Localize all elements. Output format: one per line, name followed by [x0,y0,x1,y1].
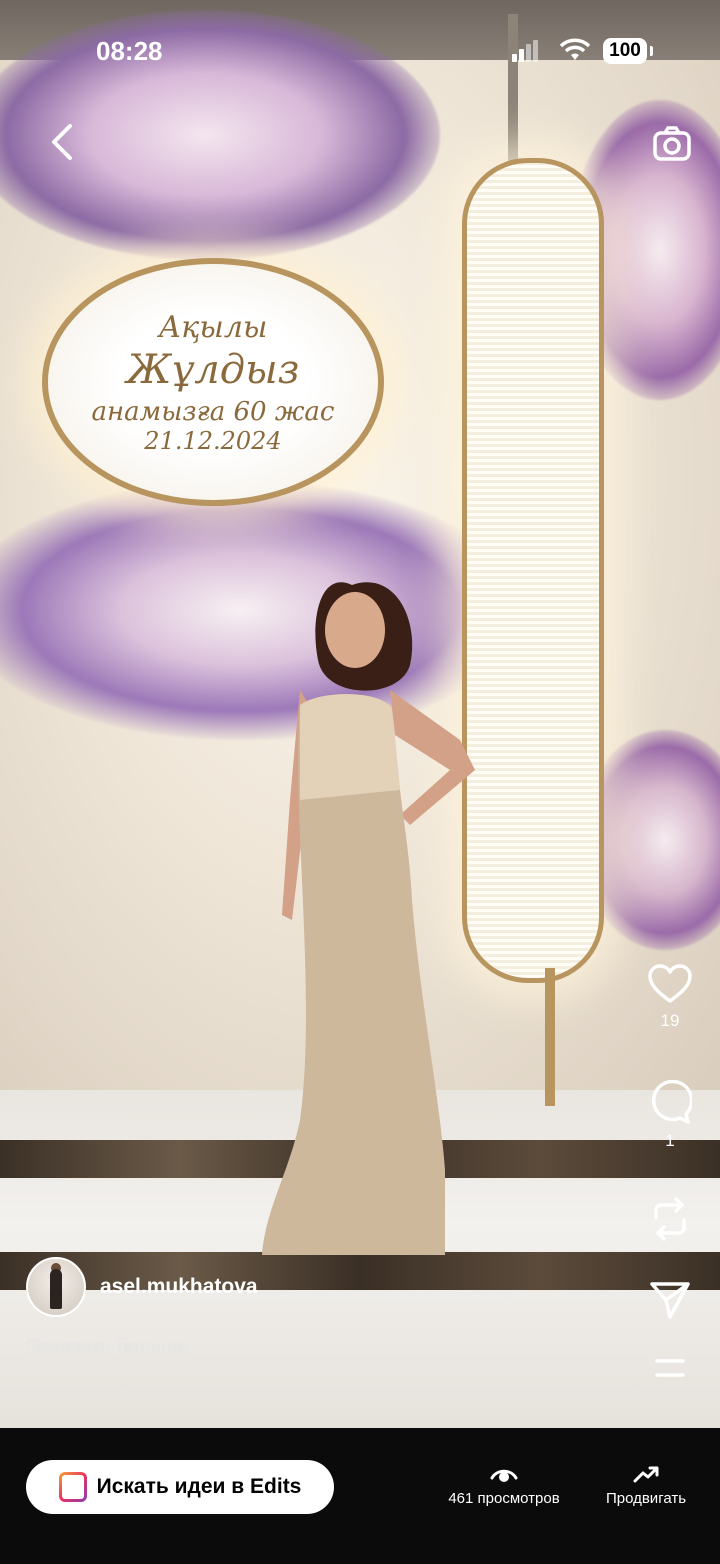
comment-bubble-icon [651,1079,694,1124]
views-count: 461 просмотров [448,1490,560,1507]
repost-icon [654,1197,686,1241]
battery-indicator: 100 [603,38,653,64]
send-icon [650,1282,690,1319]
edits-ideas-button[interactable]: Искать идеи в Edits [26,1460,334,1514]
comment-count: 1 [665,1131,675,1150]
promote-label: Продвигать [605,1490,687,1507]
status-time: 08:28 [96,36,163,66]
signal-icon [512,40,540,62]
repost-button[interactable] [640,1196,700,1247]
views-stat[interactable]: 461 просмотров [436,1460,572,1507]
like-count: 19 [660,1011,680,1030]
eye-icon [490,1469,518,1482]
show-more-link[interactable]: Показать больше [26,1336,188,1359]
heart-icon [648,964,692,1003]
woman-in-gown [262,582,475,1255]
more-options-button[interactable] [640,1356,700,1385]
menu-lines-icon [655,1359,685,1377]
edits-app-icon [59,1472,87,1502]
share-button[interactable] [640,1280,700,1325]
avatar[interactable] [26,1257,86,1317]
edits-ideas-label: Искать идеи в Edits [96,1475,302,1498]
promote-button[interactable]: Продвигать [594,1460,698,1507]
post-author[interactable]: asel.mukhatova [26,1257,258,1317]
username[interactable]: asel.mukhatova [100,1275,258,1299]
status-bar: 08:28 100 [0,0,720,100]
post-photo[interactable]: Ақылы Жұлдыз анамызға 60 жас 21.12.2024 [0,0,720,1428]
back-arrow-icon[interactable] [44,120,84,164]
wifi-icon [560,38,590,60]
like-button[interactable]: 19 [640,964,700,1031]
camera-icon[interactable] [652,124,692,164]
bottom-bar: Искать идеи в Edits 461 просмотров Продв… [0,1428,720,1564]
trending-up-icon [633,1466,659,1483]
comment-button[interactable]: 1 [640,1079,700,1151]
